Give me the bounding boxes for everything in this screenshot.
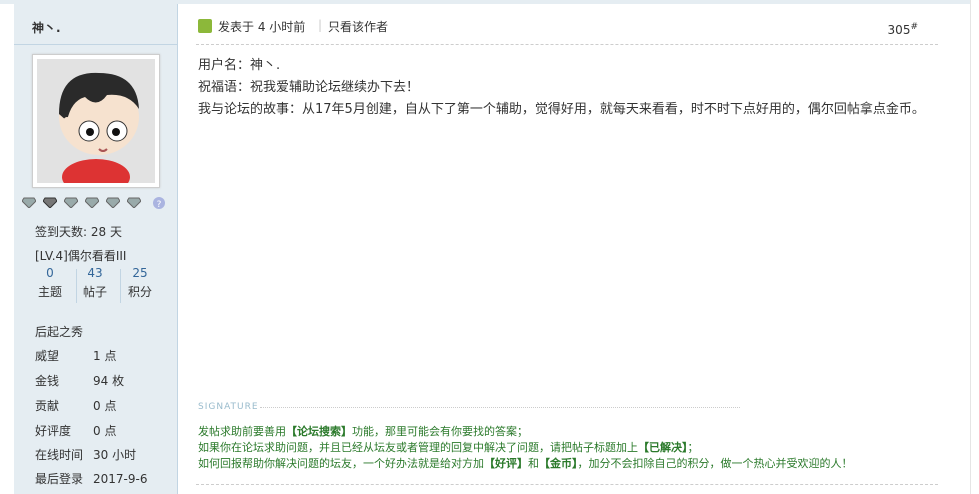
sig-text: 发帖求助前要善用: [198, 425, 286, 438]
sig-emphasis: 【已解决】: [638, 441, 688, 454]
info-key: 贡献: [35, 399, 60, 413]
signature-line-2: 如果你在论坛求助问题，并且已经从坛友或者管理的回复中解决了问题，请把帖子标题加上…: [198, 440, 938, 456]
floor-number[interactable]: 305#: [888, 22, 918, 37]
signature-line-3: 如何回报帮助你解决问题的坛友，一个好办法就是给对方加【好评】和【金币】，加分不会…: [198, 456, 938, 472]
info-key: 威望: [35, 349, 60, 363]
online-status-icon: [198, 19, 212, 33]
sig-text: ；: [687, 441, 699, 454]
info-value: 1 点: [93, 349, 117, 363]
user-level[interactable]: [LV.4]偶尔看看III: [35, 247, 126, 264]
info-value: 2017-9-6: [93, 472, 148, 486]
sig-emphasis: 【论坛搜索】: [286, 425, 352, 438]
info-key: 金钱: [35, 374, 60, 388]
post-time: 发表于 4 小时前: [218, 20, 306, 34]
info-money: 金钱 94 枚: [35, 372, 124, 389]
info-prestige: 威望 1 点: [35, 347, 116, 364]
count-threads[interactable]: 0 主题: [30, 266, 70, 300]
count-posts[interactable]: 43 帖子: [75, 266, 115, 300]
footer-divider: [196, 484, 938, 485]
info-value: 30 小时: [93, 448, 137, 462]
sidebar-divider: [14, 44, 177, 45]
svg-text:?: ?: [157, 200, 162, 210]
post-content: 用户名：神丶. 祝福语：祝我爱辅助论坛继续办下去！ 我与论坛的故事：从17年5月…: [198, 55, 938, 121]
info-online-time: 在线时间 30 小时: [35, 446, 136, 463]
count-credits-label: 积分: [127, 285, 152, 299]
signature-divider: [260, 407, 740, 408]
avatar-image: [37, 59, 155, 183]
count-credits-value: 25: [132, 266, 148, 280]
info-value: 94 枚: [93, 374, 125, 388]
info-key: 好评度: [35, 424, 72, 438]
signature-label: SIGNATURE: [198, 402, 259, 412]
info-key: 最后登录: [35, 472, 84, 486]
author-sidebar: 神丶. ? 签到天数: 28 天 [LV.4]偶尔看看III 0 主题 43 帖…: [14, 4, 178, 494]
diamond-medal-icon[interactable]: [64, 196, 78, 208]
info-contribution: 贡献 0 点: [35, 397, 116, 414]
sig-text: 如果你在论坛求助问题，并且已经从坛友或者管理的回复中解决了问题，请把帖子标题加上: [198, 441, 638, 454]
sig-text: ，加分不会扣除自己的积分，做一个热心并受欢迎的人！: [577, 457, 853, 470]
header-divider: [196, 44, 938, 45]
content-line: 祝福语：祝我爱辅助论坛继续办下去！: [198, 80, 420, 95]
signature: 发帖求助前要善用【论坛搜索】功能，那里可能会有你要找的答案； 如果你在论坛求助问…: [198, 424, 938, 472]
info-key: 在线时间: [35, 448, 84, 462]
header-pipe: |: [318, 18, 323, 32]
post-body: 发表于 4 小时前 | 只看该作者 305# 用户名：神丶. 祝福语：祝我爱辅助…: [178, 4, 938, 494]
sig-emphasis: 【好评】: [484, 457, 528, 470]
avatar[interactable]: [32, 54, 160, 188]
sig-text: 和: [528, 457, 539, 470]
floor-mark: #: [910, 22, 918, 32]
diamond-medal-icon[interactable]: [22, 196, 36, 208]
count-credits[interactable]: 25 积分: [120, 266, 160, 300]
diamond-medal-icon[interactable]: [127, 196, 141, 208]
info-value: 0 点: [93, 424, 117, 438]
signature-line-1: 发帖求助前要善用【论坛搜索】功能，那里可能会有你要找的答案；: [198, 424, 938, 440]
sig-text: 如何回报帮助你解决问题的坛友，一个好办法就是给对方加: [198, 457, 484, 470]
diamond-medal-icon[interactable]: [106, 196, 120, 208]
count-posts-label: 帖子: [82, 285, 107, 299]
info-value: 0 点: [93, 399, 117, 413]
count-posts-value: 43: [87, 266, 103, 280]
medal-row: ?: [22, 196, 172, 212]
floor-value: 305: [887, 23, 911, 37]
diamond-medal-icon[interactable]: [85, 196, 99, 208]
question-icon[interactable]: ?: [152, 196, 166, 210]
count-threads-label: 主题: [37, 285, 62, 299]
user-counts: 0 主题 43 帖子 25 积分: [30, 266, 158, 304]
info-last-login: 最后登录 2017-9-6: [35, 470, 147, 487]
content-line: 我与论坛的故事：从17年5月创建，自从下了第一个辅助，觉得好用，就每天来看看，时…: [198, 102, 925, 117]
signin-days: 签到天数: 28 天: [35, 225, 122, 239]
user-rank[interactable]: 后起之秀: [35, 323, 83, 340]
info-rating: 好评度 0 点: [35, 422, 116, 439]
sig-emphasis: 【金币】: [539, 457, 578, 470]
count-threads-value: 0: [46, 266, 54, 280]
scroll-edge: [970, 0, 979, 494]
sig-text: 功能，那里可能会有你要找的答案；: [352, 425, 528, 438]
author-only-link[interactable]: 只看该作者: [328, 18, 388, 35]
content-line: 用户名：神丶.: [198, 58, 281, 73]
diamond-medal-icon[interactable]: [43, 196, 57, 208]
author-username[interactable]: 神丶.: [32, 19, 61, 36]
